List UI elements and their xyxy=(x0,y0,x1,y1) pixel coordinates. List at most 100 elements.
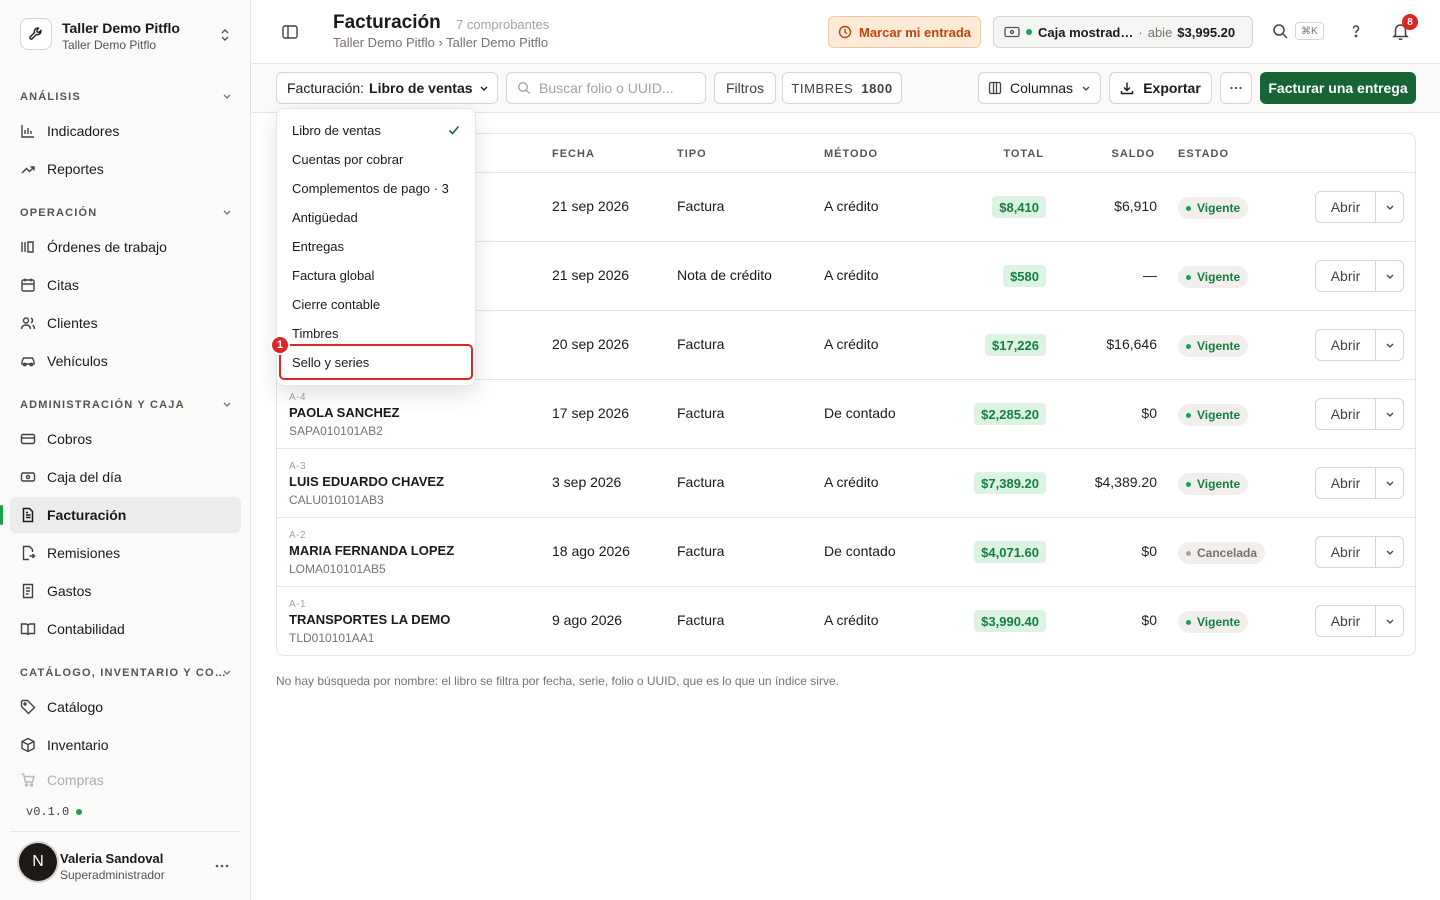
client-name[interactable]: MARIA FERNANDA LOPEZ xyxy=(289,543,454,558)
balance-amount: $0 xyxy=(1141,612,1157,628)
sidebar-item-gastos[interactable]: Gastos xyxy=(10,573,241,609)
page-title: Facturación xyxy=(333,12,441,33)
column-header-saldo[interactable]: SALDO xyxy=(1112,148,1156,160)
row-actions-button[interactable] xyxy=(1376,399,1403,429)
sidebar-item-inventario[interactable]: Inventario xyxy=(10,727,241,763)
sidebar-item-ordenes[interactable]: Órdenes de trabajo xyxy=(10,229,241,265)
client-name[interactable]: LUIS EDUARDO CHAVEZ xyxy=(289,474,444,489)
row-actions-button[interactable] xyxy=(1376,606,1403,636)
help-button[interactable] xyxy=(1348,23,1364,39)
date: 21 sep 2026 xyxy=(552,198,630,214)
open-button[interactable]: Abrir xyxy=(1316,192,1376,222)
section-analisis[interactable]: ANÁLISIS xyxy=(20,91,232,103)
sidebar-item-label: Indicadores xyxy=(47,123,120,139)
column-header-tipo[interactable]: TIPO xyxy=(677,148,707,160)
status-dot xyxy=(1186,412,1191,418)
menu-item[interactable]: Timbres xyxy=(292,326,338,341)
open-button[interactable]: Abrir xyxy=(1316,468,1376,498)
toggle-sidebar-button[interactable] xyxy=(281,23,299,41)
open-button[interactable]: Abrir xyxy=(1316,399,1376,429)
open-button[interactable]: Abrir xyxy=(1316,537,1376,567)
clock-in-button[interactable]: Marcar mi entrada xyxy=(828,16,981,48)
menu-item[interactable]: Cuentas por cobrar xyxy=(292,152,403,167)
view-select[interactable]: Facturación: Libro de ventas xyxy=(276,72,498,104)
column-header-total[interactable]: TOTAL xyxy=(1003,148,1044,160)
column-header-metodo[interactable]: MÉTODO xyxy=(824,148,878,160)
sidebar-item-vehiculos[interactable]: Vehículos xyxy=(10,343,241,379)
search-button[interactable] xyxy=(1272,23,1289,40)
menu-item[interactable]: Factura global xyxy=(292,268,374,283)
row-actions-button[interactable] xyxy=(1376,192,1403,222)
table-row[interactable]: A-1 TRANSPORTES LA DEMO TLD010101AA1 9 ago … xyxy=(277,586,1415,655)
sidebar-item-label: Citas xyxy=(47,277,79,293)
toolbar: Facturación: Libro de ventas Buscar foli… xyxy=(252,64,1440,113)
table-row[interactable]: A-2 MARIA FERNANDA LOPEZ LOMA010101AB5 18 a… xyxy=(277,517,1415,586)
column-header-estado[interactable]: ESTADO xyxy=(1178,148,1229,160)
more-horizontal-icon xyxy=(215,864,229,868)
cart-icon xyxy=(20,772,36,788)
columns-label: Columnas xyxy=(1009,80,1074,96)
open-button[interactable]: Abrir xyxy=(1316,606,1376,636)
client-name[interactable]: TRANSPORTES LA DEMO xyxy=(289,612,450,627)
sidebar-item-label: Reportes xyxy=(47,161,104,177)
folio: A-3 xyxy=(289,461,307,472)
row-actions-button[interactable] xyxy=(1376,261,1403,291)
sidebar-item-reportes[interactable]: Reportes xyxy=(10,151,241,187)
sidebar-item-remisiones[interactable]: Remisiones xyxy=(10,535,241,571)
menu-item[interactable]: Cierre contable xyxy=(292,297,380,312)
workspace-switcher[interactable]: Taller Demo Pitflo Taller Demo Pitflo xyxy=(20,18,240,56)
user-menu-button[interactable] xyxy=(214,858,230,874)
column-header-fecha[interactable]: FECHA xyxy=(552,148,595,160)
filters-button[interactable]: Filtros xyxy=(714,72,776,104)
search-icon xyxy=(517,81,530,94)
sidebar-item-indicadores[interactable]: Indicadores xyxy=(10,113,241,149)
avatar[interactable]: N xyxy=(19,843,57,881)
section-catalogo[interactable]: CATÁLOGO, INVENTARIO Y CO… xyxy=(20,667,232,679)
row-actions-button[interactable] xyxy=(1376,330,1403,360)
total-amount: $3,990.40 xyxy=(974,610,1046,632)
status-label: Vigente xyxy=(1197,615,1241,629)
cash-register-button[interactable]: Caja mostrad… · abie $3,995.20 xyxy=(993,16,1253,48)
sidebar-item-caja[interactable]: Caja del día xyxy=(10,459,241,495)
type: Nota de crédito xyxy=(677,267,772,283)
table-row[interactable]: A-4 PAOLA SANCHEZ SAPA010101AB2 17 sep 2026… xyxy=(277,379,1415,448)
table-row[interactable]: A-3 LUIS EDUARDO CHAVEZ CALU010101AB3 3 sep… xyxy=(277,448,1415,517)
export-button[interactable]: Exportar xyxy=(1109,72,1212,104)
row-actions-button[interactable] xyxy=(1376,537,1403,567)
menu-item[interactable]: Libro de ventas xyxy=(292,123,381,138)
open-button[interactable]: Abrir xyxy=(1316,261,1376,291)
sidebar-item-citas[interactable]: Citas xyxy=(10,267,241,303)
sidebar-item-contabilidad[interactable]: Contabilidad xyxy=(10,611,241,647)
section-administracion[interactable]: ADMINISTRACIÓN Y CAJA xyxy=(20,399,232,411)
menu-item[interactable]: Complementos de pago · 3 xyxy=(292,181,449,196)
payment-method: De contado xyxy=(824,405,896,421)
columns-button[interactable]: Columnas xyxy=(978,72,1101,104)
menu-item[interactable]: Antigüedad xyxy=(292,210,358,225)
receipt-icon xyxy=(20,583,36,599)
client-name[interactable]: PAOLA SANCHEZ xyxy=(289,405,400,420)
timbres-counter[interactable]: TIMBRES 1800 xyxy=(782,72,902,104)
section-operacion[interactable]: OPERACIÓN xyxy=(20,207,232,219)
chevron-down-icon xyxy=(223,94,231,99)
total-amount: $4,071.60 xyxy=(974,541,1046,563)
sidebar-item-facturacion[interactable]: Facturación xyxy=(0,497,241,533)
row-actions-button[interactable] xyxy=(1376,468,1403,498)
chevron-down-icon xyxy=(1386,481,1393,486)
search-input[interactable]: Buscar folio o UUID... xyxy=(506,72,706,104)
status-label: Cancelada xyxy=(1197,546,1258,560)
menu-item[interactable]: Entregas xyxy=(292,239,344,254)
view-select-key: Facturación: xyxy=(287,80,365,96)
export-label: Exportar xyxy=(1143,80,1201,96)
date: 3 sep 2026 xyxy=(552,474,622,490)
divider xyxy=(10,831,240,832)
sidebar-item-cobros[interactable]: Cobros xyxy=(10,421,241,457)
create-invoice-button[interactable]: Facturar una entrega xyxy=(1260,72,1416,104)
date: 21 sep 2026 xyxy=(552,267,630,283)
more-actions-button[interactable] xyxy=(1220,72,1252,104)
open-button[interactable]: Abrir xyxy=(1316,330,1376,360)
sidebar-item-compras[interactable]: Compras xyxy=(10,765,241,795)
sidebar-item-catalogo[interactable]: Catálogo xyxy=(10,689,241,725)
breadcrumb[interactable]: Taller Demo Pitflo › Taller Demo Pitflo xyxy=(333,35,548,50)
sidebar-item-clientes[interactable]: Clientes xyxy=(10,305,241,341)
version-label: v0.1.0 xyxy=(26,805,70,819)
